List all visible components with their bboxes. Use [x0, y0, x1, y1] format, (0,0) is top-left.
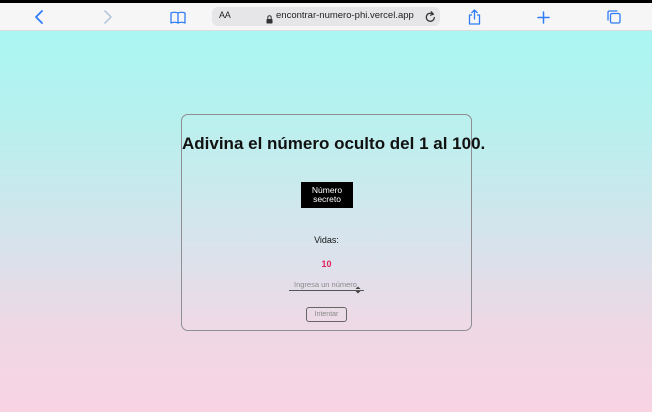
number-stepper-icon[interactable]: [355, 281, 361, 299]
chevron-left-icon[interactable]: [28, 6, 50, 28]
page-title: Adivina el número oculto del 1 al 100.: [182, 134, 486, 153]
try-button[interactable]: Intentar: [306, 307, 347, 322]
plus-icon[interactable]: [532, 6, 554, 28]
share-icon[interactable]: [463, 6, 485, 28]
reload-icon[interactable]: [425, 10, 436, 28]
number-input[interactable]: [289, 278, 364, 291]
reader-mode-button[interactable]: AA: [219, 10, 231, 20]
chevron-right-icon[interactable]: [97, 6, 119, 28]
web-page: Adivina el número oculto del 1 al 100. N…: [0, 31, 652, 412]
lock-icon: [266, 11, 273, 29]
lives-value: 10: [321, 259, 332, 269]
lives-label: Vidas:: [314, 235, 339, 245]
secret-number-box: Número secreto: [301, 182, 353, 208]
game-card: Adivina el número oculto del 1 al 100. N…: [181, 114, 486, 331]
browser-toolbar: AA encontrar-numero-phi.vercel.app: [0, 3, 652, 31]
book-icon[interactable]: [167, 6, 189, 28]
tabs-icon[interactable]: [603, 6, 625, 28]
url-text[interactable]: encontrar-numero-phi.vercel.app: [276, 10, 414, 21]
address-bar[interactable]: AA encontrar-numero-phi.vercel.app: [212, 7, 440, 26]
